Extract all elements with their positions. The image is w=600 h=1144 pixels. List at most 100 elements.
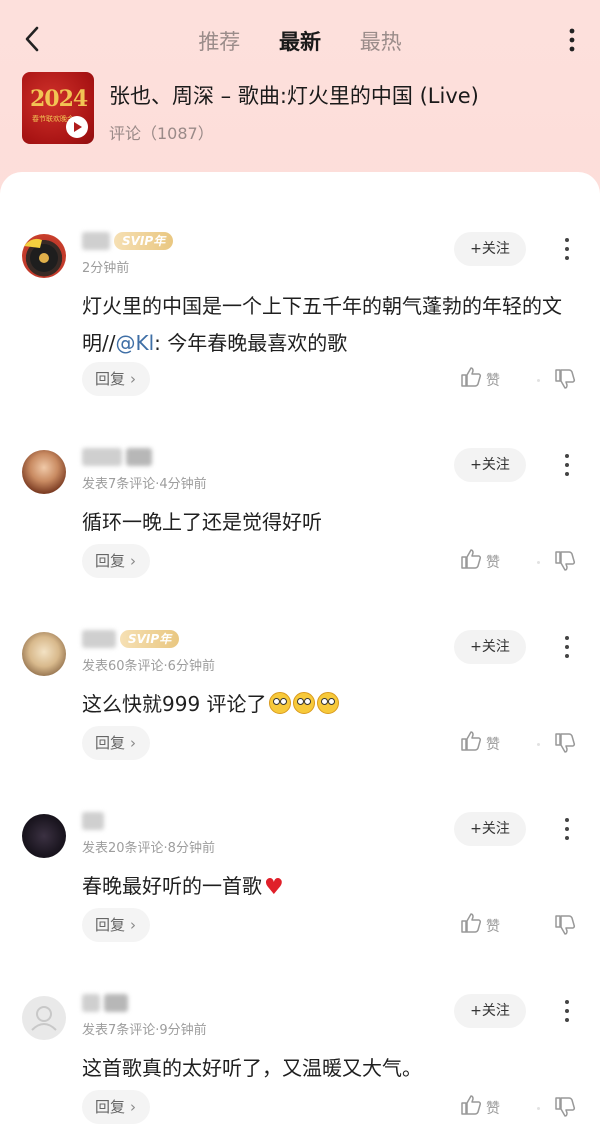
reply-label: 回复 [95,734,126,752]
svip-badge: SVIP年 [114,232,174,250]
play-icon[interactable] [66,116,88,138]
comment-item: 发表7条评论·9分钟前 +关注 这首歌真的太好听了，又温暖又大气。 回复 › 赞 [0,992,600,1144]
more-options-icon[interactable] [566,26,578,54]
comment-meta: 发表60条评论·6分钟前 [82,659,215,674]
like-button[interactable]: 赞 [460,912,506,940]
reply-button[interactable]: 回复 › [82,726,150,760]
thumbs-down-icon [555,369,576,389]
mention-link[interactable]: @Kl [115,331,154,355]
thumbs-down-icon [555,1097,576,1117]
comment-meta: 发表20条评论·8分钟前 [82,841,215,856]
comment-text: 这么快就999 评论了 [82,686,578,723]
tab-hottest[interactable]: 最热 [360,26,402,56]
comment-count: 评论（1087） [109,124,214,143]
follow-button[interactable]: +关注 [454,630,526,664]
reply-label: 回复 [95,1098,126,1116]
username[interactable]: SVIP年 [82,230,174,252]
comment-more-icon[interactable] [562,634,572,660]
like-button[interactable]: 赞 [460,548,506,576]
like-button[interactable]: 赞 [460,366,506,394]
tab-recommend[interactable]: 推荐 [198,26,240,56]
username[interactable]: SVIP年 [82,628,180,650]
chevron-right-icon: › [130,552,137,570]
reply-button[interactable]: 回复 › [82,544,150,578]
thumbs-up-icon [461,913,482,933]
thumbs-up-icon [461,367,482,387]
divider-dot [537,379,540,382]
avatar[interactable] [22,814,66,858]
comment-sort-tabs: 推荐 最新 最热 [0,26,600,56]
reply-label: 回复 [95,370,126,388]
comment-more-icon[interactable] [562,236,572,262]
username[interactable] [82,446,156,468]
divider-dot [537,561,540,564]
username[interactable] [82,810,108,832]
chevron-right-icon: › [130,1098,137,1116]
comment-text-part: 春晚最好听的一首歌 [82,874,262,898]
chevron-right-icon: › [130,734,137,752]
like-button[interactable]: 赞 [460,730,506,758]
astonished-emoji-icon [292,692,315,714]
divider-dot [537,743,540,746]
follow-button[interactable]: +关注 [454,994,526,1028]
username-blurred [82,994,100,1012]
astonished-emoji-icon [268,692,291,714]
dislike-button[interactable] [554,368,580,396]
avatar-badge-icon [24,238,58,272]
follow-button[interactable]: +关注 [454,812,526,846]
follow-button[interactable]: +关注 [454,448,526,482]
dislike-button[interactable] [554,550,580,578]
username-blurred [82,630,116,648]
thumbs-up-icon [461,731,482,751]
username[interactable] [82,992,132,1014]
cover-logo: 2024 [30,86,88,112]
astonished-emoji-icon [316,692,339,714]
thumbs-down-icon [555,733,576,753]
top-bar: 推荐 最新 最热 [0,0,600,80]
comment-text-part: : 今年春晚最喜欢的歌 [154,331,348,355]
comment-more-icon[interactable] [562,998,572,1024]
dislike-button[interactable] [554,1096,580,1124]
username-blurred [82,448,122,466]
dislike-button[interactable] [554,914,580,942]
song-title: 张也、周深 – 歌曲:灯火里的中国 (Live) [109,84,479,108]
comment-list: SVIP年 2分钟前 +关注 灯火里的中国是一个上下五千年的朝气蓬勃的年轻的文明… [0,172,600,1144]
comment-text-part: 这么快就999 评论了 [82,692,267,716]
comment-more-icon[interactable] [562,452,572,478]
reply-label: 回复 [95,552,126,570]
comment-text: 这首歌真的太好听了，又温暖又大气。 [82,1056,422,1080]
comment-item: 发表20条评论·8分钟前 +关注 春晚最好听的一首歌♥ 回复 › 赞 [0,810,600,992]
chevron-right-icon: › [130,916,137,934]
avatar[interactable] [22,234,66,278]
dislike-button[interactable] [554,732,580,760]
heart-emoji-icon: ♥ [264,875,284,900]
song-info[interactable]: 2024 春节联欢晚会 张也、周深 – 歌曲:灯火里的中国 (Live) 评论（… [22,72,580,146]
reply-button[interactable]: 回复 › [82,908,150,942]
reply-button[interactable]: 回复 › [82,362,150,396]
username-blurred [82,232,110,250]
avatar[interactable] [22,632,66,676]
like-label: 赞 [486,555,500,571]
follow-button[interactable]: +关注 [454,232,526,266]
default-user-icon [31,1006,57,1031]
like-label: 赞 [486,919,500,935]
like-label: 赞 [486,1101,500,1117]
tab-latest[interactable]: 最新 [279,26,321,56]
like-button[interactable]: 赞 [460,1094,506,1122]
comment-meta: 发表7条评论·9分钟前 [82,1023,207,1038]
comment-meta: 发表7条评论·4分钟前 [82,477,207,492]
comment-item: SVIP年 2分钟前 +关注 灯火里的中国是一个上下五千年的朝气蓬勃的年轻的文明… [0,230,600,412]
like-label: 赞 [486,737,500,753]
thumbs-up-icon [461,1095,482,1115]
thumbs-up-icon [461,549,482,569]
thumbs-down-icon [555,551,576,571]
avatar[interactable] [22,450,66,494]
comment-text: 灯火里的中国是一个上下五千年的朝气蓬勃的年轻的文明//@Kl: 今年春晚最喜欢的… [82,288,578,362]
song-cover[interactable]: 2024 春节联欢晚会 [22,72,94,144]
comment-more-icon[interactable] [562,816,572,842]
chevron-right-icon: › [130,370,137,388]
reply-button[interactable]: 回复 › [82,1090,150,1124]
reply-label: 回复 [95,916,126,934]
comment-text: 春晚最好听的一首歌♥ [82,868,578,906]
avatar[interactable] [22,996,66,1040]
